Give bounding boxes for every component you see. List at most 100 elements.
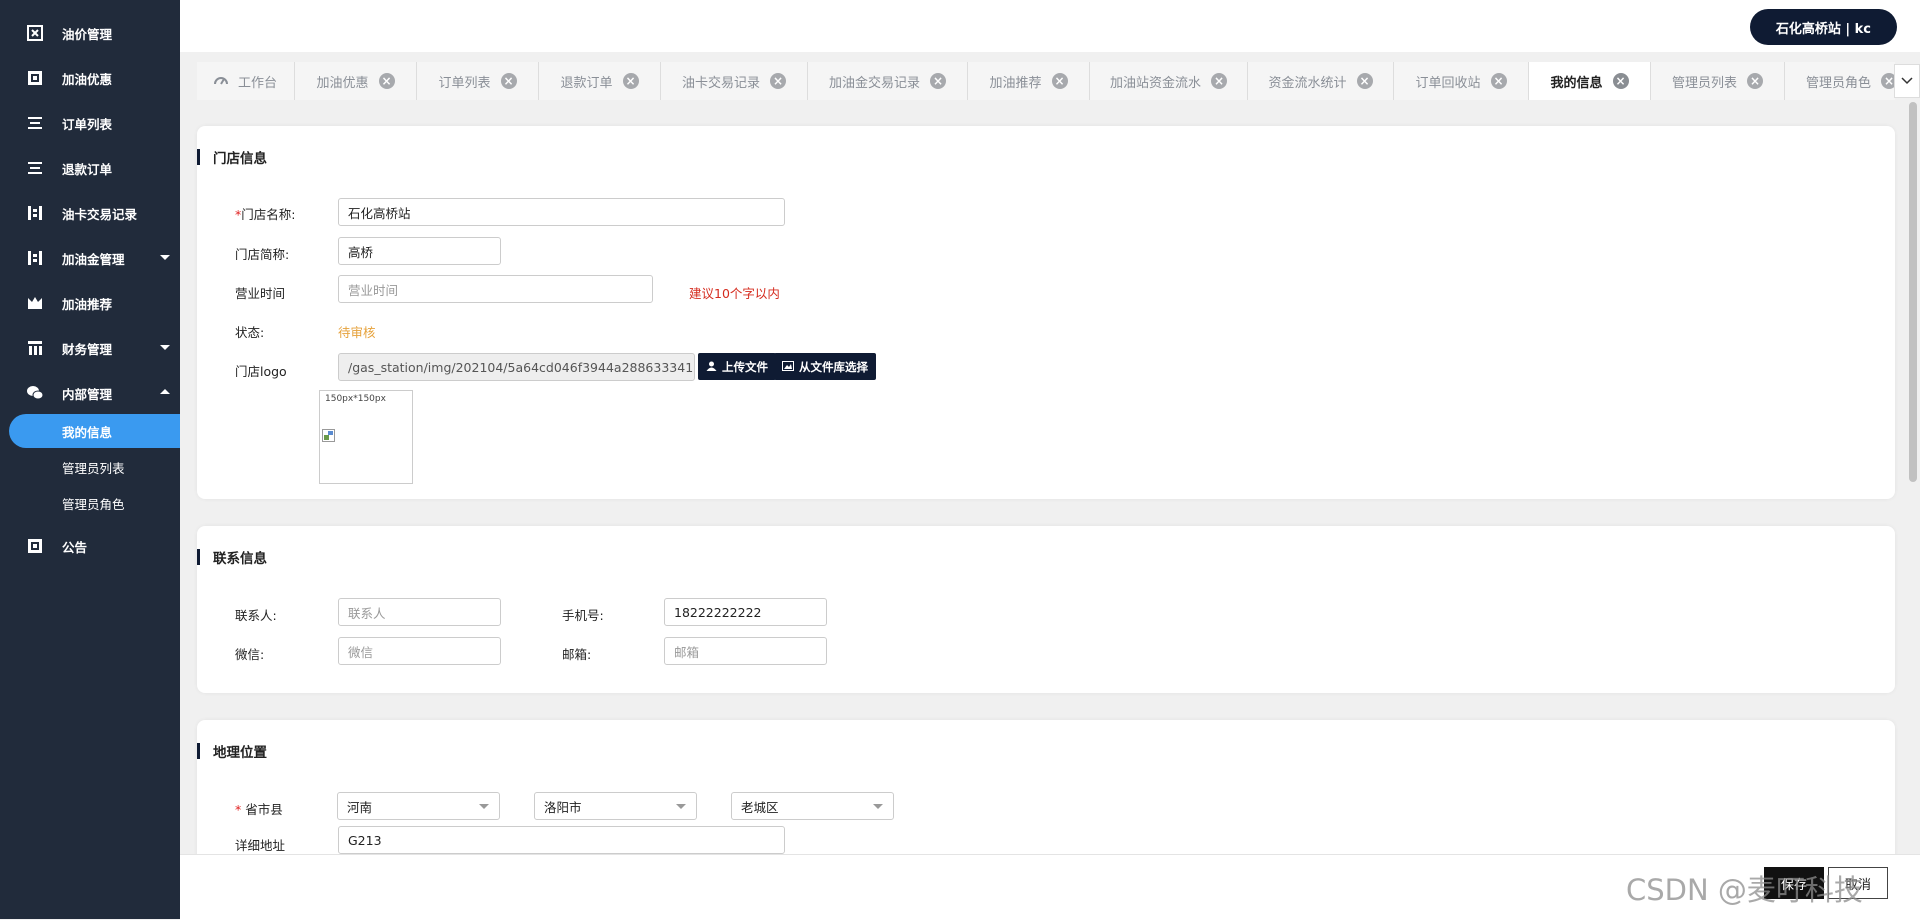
- business-hours-label: 营业时间: [235, 286, 286, 301]
- close-icon[interactable]: ×: [622, 73, 639, 89]
- close-icon[interactable]: ×: [1881, 73, 1895, 89]
- sidebar-subitem-admin-list[interactable]: 管理员列表: [0, 450, 180, 484]
- tab-label: 订单列表: [438, 75, 491, 91]
- district-value: 老城区: [741, 799, 779, 815]
- province-select[interactable]: 河南: [337, 792, 500, 820]
- tab-label: 管理员列表: [1671, 75, 1737, 91]
- email-input[interactable]: 邮箱: [664, 637, 827, 665]
- sidebar-item-fuel-fund[interactable]: 加油金管理: [0, 238, 180, 278]
- price-tag-icon: [26, 24, 44, 42]
- tab-admin-roles[interactable]: 管理员角色 ×: [1785, 62, 1895, 100]
- chevron-down-icon: [1901, 74, 1913, 89]
- tabs-dropdown-button[interactable]: [1894, 64, 1920, 98]
- close-icon[interactable]: ×: [1356, 73, 1373, 89]
- refund-list-icon: [26, 159, 44, 177]
- store-short-name-label: 门店简称:: [235, 247, 290, 262]
- scrollbar-thumb[interactable]: [1909, 102, 1917, 482]
- notice-icon: [26, 537, 44, 555]
- upload-file-button[interactable]: 上传文件: [698, 353, 776, 380]
- tab-my-info[interactable]: 我的信息 ×: [1529, 62, 1651, 100]
- close-icon[interactable]: ×: [1490, 73, 1507, 89]
- tab-fuel-fund-records[interactable]: 加油金交易记录 ×: [808, 62, 968, 100]
- tab-recommend[interactable]: 加油推荐 ×: [968, 62, 1090, 100]
- close-icon[interactable]: ×: [1211, 73, 1227, 89]
- broken-image-icon: [322, 429, 335, 442]
- sidebar-item-label: 加油推荐: [62, 296, 113, 312]
- user-menu-button[interactable]: 石化高桥站 | kc: [1749, 9, 1897, 45]
- close-icon[interactable]: ×: [1747, 73, 1763, 89]
- choose-from-library-button[interactable]: 从文件库选择: [774, 353, 876, 380]
- sidebar-item-recommend[interactable]: 加油推荐: [0, 283, 180, 323]
- image-icon: [782, 360, 794, 374]
- chevron-up-icon: [160, 389, 170, 394]
- chevron-down-icon: [873, 804, 883, 809]
- tab-order-recycle[interactable]: 订单回收站 ×: [1394, 62, 1529, 100]
- sidebar-subitem-my-info[interactable]: 我的信息: [9, 414, 180, 448]
- logo-path-input: /gas_station/img/202104/5a64cd046f3944a2…: [338, 353, 695, 381]
- sidebar-item-price[interactable]: 油价管理: [0, 13, 180, 53]
- close-icon[interactable]: ×: [770, 73, 786, 89]
- sidebar-item-finance[interactable]: 财务管理: [0, 328, 180, 368]
- tab-admin-list[interactable]: 管理员列表 ×: [1651, 62, 1785, 100]
- store-name-label: *门店名称:: [235, 207, 296, 222]
- tab-cashflow-stats[interactable]: 资金流水统计 ×: [1248, 62, 1394, 100]
- close-icon[interactable]: ×: [378, 73, 395, 89]
- close-icon[interactable]: ×: [500, 73, 517, 89]
- wechat-input[interactable]: 微信: [338, 637, 501, 665]
- sidebar-subitem-label: 管理员列表: [62, 460, 125, 476]
- top-bar: 石化高桥站 | kc: [180, 0, 1920, 52]
- sidebar-item-label: 油卡交易记录: [62, 206, 138, 222]
- sidebar-item-card-records[interactable]: 油卡交易记录: [0, 193, 180, 233]
- region-label: * 省市县: [235, 802, 283, 817]
- phone-input[interactable]: 18222222222: [664, 598, 827, 626]
- tab-label: 退款订单: [560, 75, 613, 91]
- sidebar-item-label: 公告: [62, 539, 88, 555]
- watermark: CSDN @麦叮科技: [1626, 873, 1863, 907]
- contact-person-input[interactable]: 联系人: [338, 598, 501, 626]
- business-hours-input[interactable]: 营业时间: [338, 275, 653, 303]
- section-title: 地理位置: [197, 742, 267, 761]
- sidebar-item-orders[interactable]: 订单列表: [0, 103, 180, 143]
- sidebar-subitem-admin-roles[interactable]: 管理员角色: [0, 486, 180, 520]
- section-title: 联系信息: [197, 548, 267, 567]
- sidebar-item-notice[interactable]: 公告: [0, 526, 180, 566]
- tab-label: 我的信息: [1550, 75, 1603, 91]
- tab-label: 加油金交易记录: [828, 75, 920, 91]
- tab-card-records[interactable]: 油卡交易记录 ×: [661, 62, 808, 100]
- tab-discount[interactable]: 加油优惠 ×: [295, 62, 417, 100]
- address-input[interactable]: G213: [338, 826, 785, 854]
- tab-station-cashflow[interactable]: 加油站资金流水 ×: [1090, 62, 1248, 100]
- tab-refunds[interactable]: 退款订单 ×: [539, 62, 661, 100]
- business-hours-hint: 建议10个字以内: [689, 286, 780, 301]
- tab-workbench[interactable]: 工作台: [197, 62, 295, 100]
- wechat-icon: [26, 384, 44, 402]
- contact-person-label: 联系人:: [235, 608, 277, 623]
- tab-label: 油卡交易记录: [681, 75, 760, 91]
- logo-preview[interactable]: 150px*150px: [319, 390, 413, 484]
- close-icon[interactable]: ×: [930, 73, 946, 89]
- tab-orders[interactable]: 订单列表 ×: [417, 62, 539, 100]
- tab-label: 加油站资金流水: [1109, 75, 1201, 91]
- province-value: 河南: [347, 799, 373, 815]
- district-select[interactable]: 老城区: [731, 792, 894, 820]
- store-name-input[interactable]: 石化高桥站: [338, 198, 785, 226]
- chevron-down-icon: [676, 804, 686, 809]
- close-icon[interactable]: ×: [1051, 73, 1068, 89]
- choose-from-library-label: 从文件库选择: [799, 359, 868, 374]
- sidebar-item-refunds[interactable]: 退款订单: [0, 148, 180, 188]
- store-info-card: 门店信息 *门店名称: 石化高桥站 门店简称: 高桥 营业时间 营业时间 建议1…: [197, 126, 1895, 499]
- sidebar-item-discount[interactable]: 加油优惠: [0, 58, 180, 98]
- fuel-fund-icon: [26, 249, 44, 267]
- store-short-name-input[interactable]: 高桥: [338, 237, 501, 265]
- tab-label: 加油推荐: [989, 75, 1042, 91]
- city-select[interactable]: 洛阳市: [534, 792, 697, 820]
- dashboard-icon: [213, 73, 228, 89]
- sidebar-item-internal[interactable]: 内部管理: [0, 373, 180, 413]
- chevron-down-icon: [160, 345, 170, 350]
- close-icon[interactable]: ×: [1612, 73, 1629, 89]
- logo-size-hint: 150px*150px: [325, 394, 386, 404]
- city-value: 洛阳市: [544, 799, 582, 815]
- sidebar-item-label: 订单列表: [62, 116, 113, 132]
- tab-label: 加油优惠: [316, 75, 369, 91]
- vertical-scrollbar[interactable]: [1906, 100, 1920, 854]
